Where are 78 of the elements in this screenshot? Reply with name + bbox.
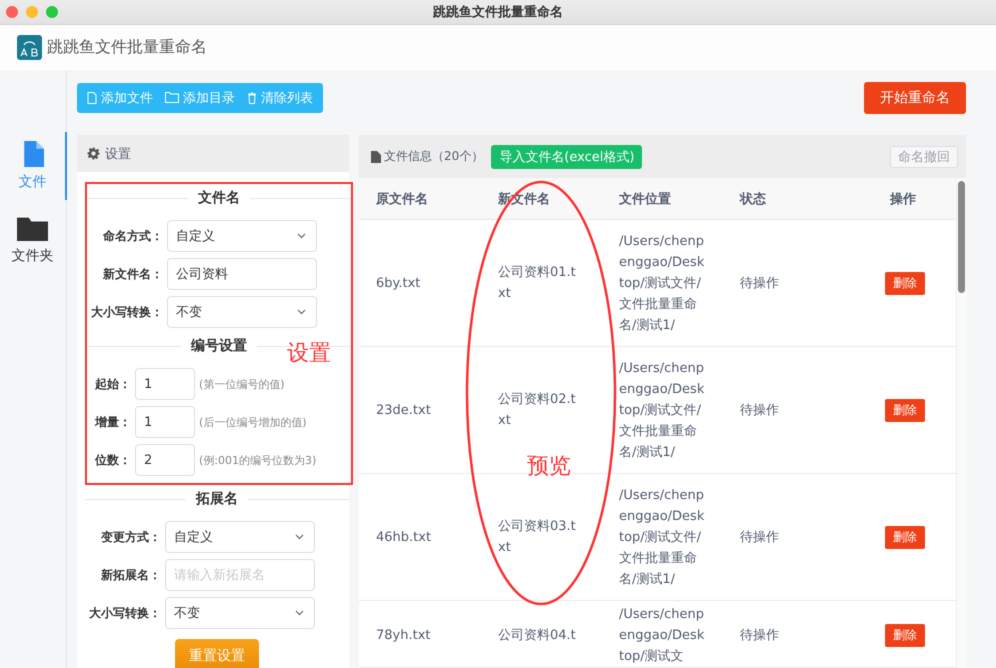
trash-icon <box>247 92 257 104</box>
dropdown[interactable]: 自定义 <box>165 521 315 553</box>
delete-button[interactable]: 删除 <box>885 398 925 422</box>
annotation-label: 设置 <box>287 340 331 368</box>
field-hint: (第一位编号的值) <box>199 376 285 392</box>
table-cell-text: 待操作 <box>739 402 780 420</box>
column-header: 状态 <box>738 191 767 209</box>
folder-icon <box>16 215 48 241</box>
nav-item[interactable]: 文件夹 <box>0 206 67 274</box>
close-button[interactable] <box>6 6 18 18</box>
toolbar-button[interactable]: 添加文件 <box>81 82 159 112</box>
column-header: 文件位置 <box>618 190 672 209</box>
table-cell-text: 公司资料04.t <box>497 627 576 645</box>
import-button[interactable]: 导入文件名(excel格式) <box>491 144 642 168</box>
section-title: 编号设置 <box>191 337 247 355</box>
minimize-button[interactable] <box>26 6 38 18</box>
toolbar-button[interactable]: 清除列表 <box>241 82 319 112</box>
file-icon <box>371 150 381 162</box>
nav-item[interactable]: 文件 <box>0 132 67 200</box>
chevron-icon <box>297 309 306 315</box>
delete-button[interactable]: 删除 <box>885 526 925 548</box>
column-header: 操作 <box>888 191 917 209</box>
table-cell-text: 46hb.txt <box>375 528 432 546</box>
table-cell-text: /Users/chenpenggao/Desktop/测试文 <box>618 606 706 666</box>
input-field[interactable]: 请输入新拓展名 <box>165 559 315 591</box>
section-title: 文件名 <box>198 189 240 207</box>
field-hint: (后一位编号增加的值) <box>199 414 307 430</box>
field-label: 新文件名： <box>102 266 164 282</box>
section-title: 拓展名 <box>196 490 238 508</box>
reset-settings-button[interactable]: 重置设置 <box>175 639 259 668</box>
field-label: 变更方式： <box>100 528 162 546</box>
field-label: 大小写转换： <box>90 304 164 320</box>
maximize-button[interactable] <box>46 6 58 18</box>
table-cell-text: 待操作 <box>739 528 780 546</box>
delete-button[interactable]: 删除 <box>885 624 925 647</box>
chevron-icon <box>297 233 306 239</box>
gear-icon <box>87 147 100 160</box>
number-field[interactable]: 2 <box>135 444 195 476</box>
field-label: 命名方式： <box>102 228 164 244</box>
number-field[interactable]: 1 <box>135 368 195 400</box>
dropdown[interactable]: 自定义 <box>167 220 317 252</box>
window-title: 跳跳鱼文件批量重命名 <box>432 4 564 21</box>
table-cell-text: 78yh.txt <box>375 627 432 645</box>
table-cell-text: /Users/chenpenggao/Desktop/测试文件/文件批量重命名/测试1/ <box>618 360 706 462</box>
field-label: 位数： <box>94 452 132 468</box>
table-cell-text: 23de.txt <box>375 402 432 420</box>
number-field[interactable]: 1 <box>135 406 195 438</box>
table-cell-text: 6by.txt <box>375 274 422 292</box>
delete-button[interactable]: 删除 <box>885 272 925 294</box>
table-cell-text: 公司资料02.txt <box>497 391 576 430</box>
dropdown[interactable]: 不变 <box>165 597 315 629</box>
field-label: 起始： <box>94 376 132 392</box>
table-cell-text: /Users/chenpenggao/Desktop/测试文件/文件批量重命名/测试1/ <box>618 232 706 334</box>
app-title: 跳跳鱼文件批量重命名 <box>47 37 207 58</box>
app-logo-icon <box>17 35 42 60</box>
table-cell-text: 公司资料03.txt <box>497 518 576 557</box>
toolbar-button[interactable]: 添加目录 <box>159 82 241 112</box>
scrollbar[interactable] <box>956 178 966 668</box>
table-cell-text: 公司资料01.txt <box>497 264 576 303</box>
table-cell-text: 待操作 <box>739 627 780 645</box>
input-field[interactable]: 公司资料 <box>167 258 317 290</box>
file-icon <box>22 140 44 168</box>
file-icon <box>87 92 97 104</box>
chevron-icon <box>295 610 304 616</box>
table-cell-text: /Users/chenpenggao/Desktop/测试文件/文件批量重命名/测试1/ <box>618 486 706 588</box>
field-label: 大小写转换： <box>88 604 162 622</box>
annotation-label: 预览 <box>527 453 571 481</box>
column-header: 原文件名 <box>375 190 429 209</box>
field-label: 增量： <box>94 414 132 430</box>
field-label: 新拓展名： <box>100 566 162 584</box>
start-rename-button[interactable]: 开始重命名 <box>864 82 966 114</box>
field-hint: (例:001的编号位数为3) <box>199 452 316 468</box>
panel-title: 文件信息（20个） <box>371 148 484 165</box>
panel-title: 设置 <box>105 146 131 162</box>
table-cell-text: 待操作 <box>739 274 780 292</box>
folder-icon <box>165 92 179 103</box>
chevron-icon <box>295 534 304 540</box>
dropdown[interactable]: 不变 <box>167 296 317 328</box>
